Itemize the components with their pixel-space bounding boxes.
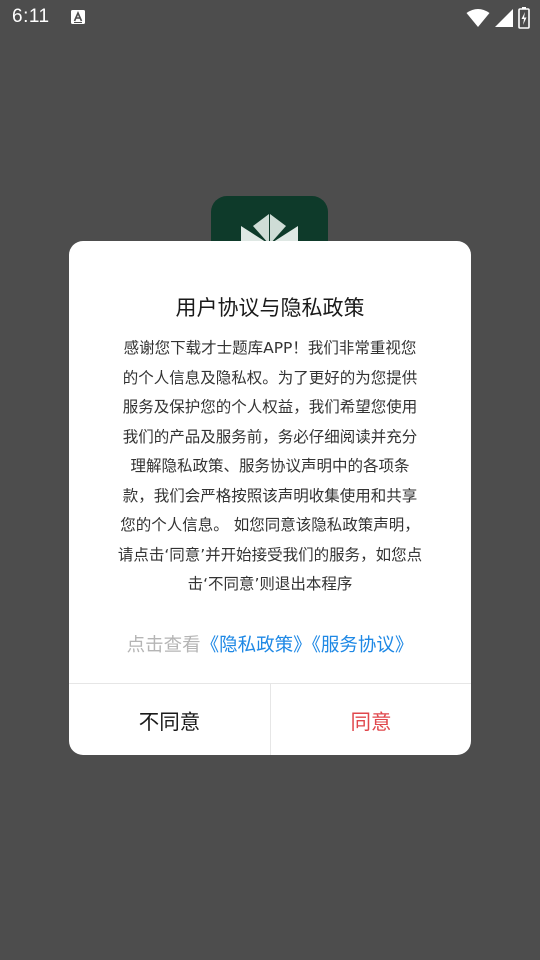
agree-button[interactable]: 同意 (271, 684, 471, 755)
screen: 6:11 用户协议与隐私政策 感谢您下载才士题库APP！我们非常重视您 的个人信… (0, 0, 540, 960)
body-line: 您的个人信息。 如您同意该隐私政策声明， (120, 516, 420, 534)
service-agreement-link[interactable]: 《服务协议》 (312, 635, 414, 656)
policy-links-row: 点击查看《隐私政策》《服务协议》 (69, 631, 471, 657)
body-line: 理解隐私政策、服务协议声明中的各项条 (130, 457, 410, 475)
privacy-dialog: 用户协议与隐私政策 感谢您下载才士题库APP！我们非常重视您 的个人信息及隐私权… (69, 241, 471, 755)
body-line: 击‘不同意’则退出本程序 (187, 575, 353, 593)
body-line: 款，我们会严格按照该声明收集使用和共享 (122, 486, 418, 505)
status-time: 6:11 (12, 6, 50, 27)
body-line: 的个人信息及隐私权。为了更好的为您提供 (122, 368, 418, 387)
body-line: 请点击‘同意’并开始接受我们的服务，如您点 (117, 545, 423, 564)
cellular-signal-icon (495, 9, 513, 27)
privacy-policy-link[interactable]: 《隐私政策》 (201, 635, 312, 656)
wifi-icon (466, 9, 490, 27)
status-bar: 6:11 (0, 0, 540, 36)
battery-icon (518, 7, 530, 29)
status-icons (466, 7, 530, 29)
dialog-title: 用户协议与隐私政策 (175, 296, 365, 320)
body-line: 感谢您下载才士题库APP！我们非常重视您 (123, 339, 417, 357)
body-line: 我们的产品及服务前，务必仔细阅读并充分 (122, 427, 418, 446)
body-line: 服务及保护您的个人权益，我们希望您使用 (122, 398, 418, 416)
disagree-button[interactable]: 不同意 (69, 684, 270, 755)
links-prefix: 点击查看 (126, 635, 201, 656)
dialog-body: 感谢您下载才士题库APP！我们非常重视您 的个人信息及隐私权。为了更好的为您提供… (101, 334, 439, 600)
accessibility-a-icon (71, 10, 85, 24)
